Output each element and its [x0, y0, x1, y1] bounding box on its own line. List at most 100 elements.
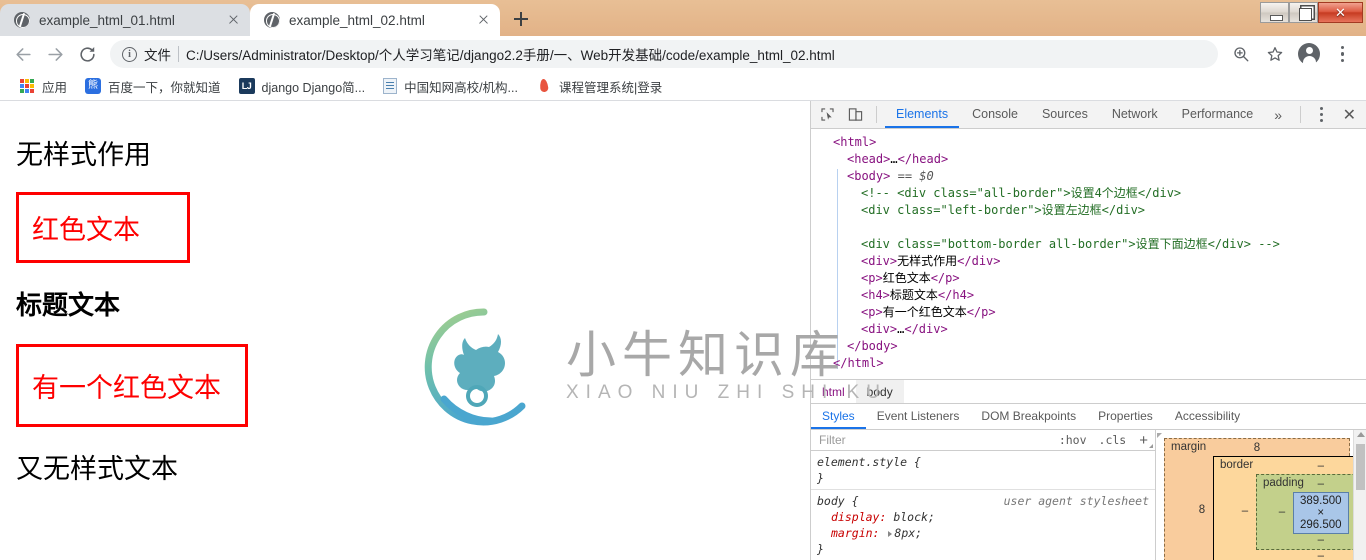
devtools-overflow-icon[interactable]: »: [1266, 107, 1290, 123]
css-property[interactable]: display:: [817, 510, 886, 524]
rule-selector: body {: [817, 494, 859, 508]
dom-text: 有一个红色文本: [882, 305, 967, 319]
dom-comment-line-3[interactable]: <div class="bottom-border all-border">设置…: [811, 236, 1366, 253]
devtools-tab-sources[interactable]: Sources: [1031, 101, 1099, 128]
site-info-icon[interactable]: i: [122, 46, 137, 62]
django-icon: LJ: [238, 78, 255, 94]
style-rule-body[interactable]: user agent stylesheet body { display: bl…: [811, 489, 1155, 560]
bookmark-django[interactable]: LJ django Django简...: [230, 74, 375, 98]
box-model-margin[interactable]: margin 8 8 border – – padding – – 389.50…: [1164, 438, 1366, 560]
subtab-event-listeners[interactable]: Event Listeners: [866, 404, 971, 429]
dom-comment-line-2[interactable]: <div class="left-border">设置左边框</div>: [811, 202, 1366, 219]
css-value[interactable]: 8px;: [894, 526, 922, 540]
bookmark-baidu[interactable]: 百度一下，你就知道: [76, 74, 230, 98]
dom-tree[interactable]: <html> <head>…</head> ··· <body> == $0 <…: [811, 129, 1366, 379]
page-text-plain-2: 又无样式文本: [16, 454, 178, 485]
css-value[interactable]: block;: [893, 510, 935, 524]
dom-node-h4[interactable]: <h4>标题文本</h4>: [811, 287, 1366, 304]
gt: >: [1128, 237, 1136, 251]
dom-close-html[interactable]: </html>: [811, 355, 1366, 372]
style-rule-element-style[interactable]: element.style { }: [811, 451, 1155, 489]
maximize-button[interactable]: [1289, 2, 1318, 23]
bookmark-course-system[interactable]: 课程管理系统|登录: [527, 74, 671, 98]
kebab-menu-icon[interactable]: [1309, 103, 1335, 127]
star-icon[interactable]: [1260, 39, 1290, 69]
border-top-value[interactable]: –: [1234, 460, 1366, 472]
dom-close-tag: </div>: [904, 322, 948, 336]
dom-node-p-2[interactable]: <p>有一个红色文本</p>: [811, 304, 1366, 321]
resize-grip[interactable]: [1157, 433, 1162, 438]
subtab-accessibility[interactable]: Accessibility: [1164, 404, 1251, 429]
address-bar[interactable]: i 文件 C:/Users/Administrator/Desktop/个人学习…: [110, 40, 1218, 68]
inspect-element-icon[interactable]: [815, 103, 841, 127]
padding-left-value[interactable]: –: [1271, 506, 1293, 518]
minimize-button[interactable]: [1260, 2, 1289, 23]
dom-node-div-2[interactable]: <div>…</div>: [811, 321, 1366, 338]
dom-node-p-1[interactable]: <p>红色文本</p>: [811, 270, 1366, 287]
subtab-dom-breakpoints[interactable]: DOM Breakpoints: [970, 404, 1087, 429]
box-model-padding[interactable]: padding – – 389.500 × 296.500 –: [1256, 474, 1366, 550]
breadcrumb-item-html[interactable]: html: [811, 380, 856, 404]
zoom-in-icon[interactable]: [1226, 39, 1256, 69]
devtools-tab-network[interactable]: Network: [1101, 101, 1169, 128]
dom-close-tag: </p>: [966, 305, 996, 319]
subtab-properties[interactable]: Properties: [1087, 404, 1164, 429]
dom-node-div-1[interactable]: <div>无样式作用</div>: [811, 253, 1366, 270]
breadcrumb-item-body[interactable]: body: [855, 379, 904, 404]
subtab-styles[interactable]: Styles: [811, 404, 866, 429]
avatar[interactable]: [1294, 39, 1324, 69]
url-text[interactable]: C:/Users/Administrator/Desktop/个人学习笔记/dj…: [186, 44, 835, 64]
globe-icon: [14, 12, 30, 28]
border-left-value[interactable]: –: [1234, 505, 1256, 517]
browser-tab-2[interactable]: example_html_02.html: [250, 4, 500, 36]
bookmark-label: 课程管理系统|登录: [558, 80, 663, 95]
scroll-up-icon[interactable]: [1357, 432, 1365, 437]
padding-bottom-value[interactable]: –: [1271, 534, 1366, 546]
dom-node-head[interactable]: <head>…</head>: [811, 151, 1366, 168]
close-icon[interactable]: [474, 11, 492, 29]
val: "all-border": [976, 186, 1064, 200]
margin-left-value[interactable]: 8: [1191, 504, 1213, 516]
forward-arrow-icon[interactable]: [40, 39, 70, 69]
cls-toggle[interactable]: .cls: [1093, 433, 1133, 447]
dom-close-tag: </p>: [930, 271, 960, 285]
reload-icon[interactable]: [72, 39, 102, 69]
styles-scrollbar[interactable]: [1353, 430, 1366, 560]
text: 设置4个边框: [1070, 186, 1138, 200]
styles-pane: Filter :hov .cls + element.style { } use…: [811, 429, 1366, 560]
gt: >: [1063, 186, 1071, 200]
devtools-tab-elements[interactable]: Elements: [885, 101, 959, 128]
bookmark-apps[interactable]: 应用: [10, 74, 76, 98]
kebab-menu-icon[interactable]: [1328, 39, 1358, 69]
devtools-tab-console[interactable]: Console: [961, 101, 1029, 128]
dom-close-body[interactable]: </body>: [811, 338, 1366, 355]
box-model-border[interactable]: border – – padding – – 389.500 × 296.500…: [1213, 456, 1366, 560]
border-label: border: [1220, 459, 1254, 471]
chevron-right-icon[interactable]: [888, 530, 893, 537]
filter-input[interactable]: Filter: [819, 433, 1053, 447]
scrollbar-thumb[interactable]: [1356, 444, 1365, 490]
dom-close-tag: </head>: [897, 152, 949, 166]
margin-top-value[interactable]: 8: [1191, 442, 1323, 454]
box-model-content-size[interactable]: 389.500 × 296.500: [1293, 492, 1349, 534]
dom-comment-line-1[interactable]: <!-- <div class="all-border">设置4个边框</div…: [811, 185, 1366, 202]
bookmark-cnki[interactable]: 中国知网高校/机构...: [374, 74, 527, 98]
dom-node-body[interactable]: ··· <body> == $0: [811, 168, 1366, 185]
css-property[interactable]: margin:: [817, 526, 879, 540]
dom-node-html[interactable]: <html>: [811, 134, 1366, 151]
page-text-plain-1: 无样式作用: [16, 140, 151, 171]
back-arrow-icon[interactable]: [8, 39, 38, 69]
close-icon[interactable]: [224, 11, 242, 29]
breadcrumb: html body: [811, 379, 1366, 404]
hov-toggle[interactable]: :hov: [1053, 433, 1093, 447]
border-bottom-value[interactable]: –: [1234, 550, 1366, 560]
new-style-rule-button[interactable]: +: [1132, 432, 1155, 449]
close-icon[interactable]: ✕: [1337, 103, 1363, 127]
margin-label: margin: [1171, 441, 1207, 453]
close-window-button[interactable]: ✕: [1318, 2, 1363, 23]
rule-close: }: [817, 542, 824, 556]
new-tab-button[interactable]: [506, 4, 536, 34]
device-toolbar-icon[interactable]: [843, 103, 869, 127]
devtools-tab-performance[interactable]: Performance: [1171, 101, 1265, 128]
browser-tab-1[interactable]: example_html_01.html: [0, 4, 250, 36]
